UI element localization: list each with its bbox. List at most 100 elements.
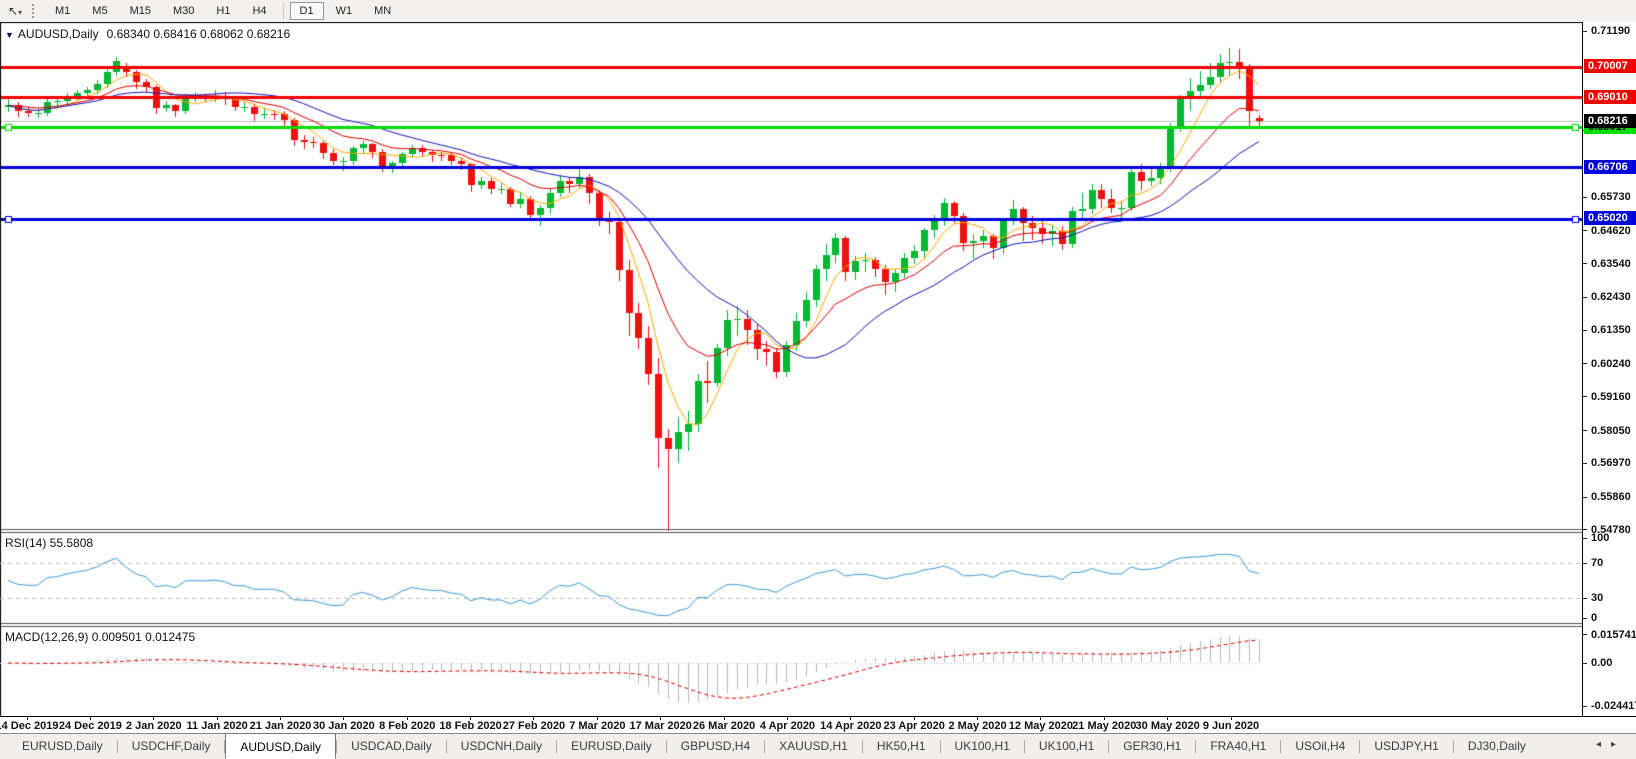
- chart-symbol: AUDUSD,Daily: [18, 27, 99, 41]
- price-tick-label: 0.58050: [1591, 425, 1631, 437]
- timeframe-button-mn[interactable]: MN: [364, 2, 401, 20]
- price-tick-label: 0.63540: [1591, 258, 1631, 270]
- timeframe-button-w1[interactable]: W1: [326, 2, 363, 20]
- chart-menu-icon[interactable]: ▼: [5, 30, 14, 40]
- chart-tab-usdjpy-h1[interactable]: USDJPY,H1: [1360, 734, 1452, 759]
- date-label: 11 Jan 2020: [187, 720, 248, 732]
- axis-tick-mark: [1583, 263, 1587, 264]
- date-label: 2 May 2020: [948, 720, 1006, 732]
- date-label: 27 Feb 2020: [503, 720, 565, 732]
- axis-tick-mark: [1583, 430, 1587, 431]
- tab-scroll-arrows: ◂▸: [1596, 739, 1626, 750]
- chart-tab-eurusd-daily[interactable]: EURUSD,Daily: [557, 734, 666, 759]
- chart-title: ▼ AUDUSD,Daily 0.68340 0.68416 0.68062 0.6…: [5, 27, 290, 41]
- rsi-tick-label: 0: [1591, 612, 1597, 624]
- price-tick-label: 0.65730: [1591, 191, 1631, 203]
- axis-tick-mark: [1583, 230, 1587, 231]
- date-label: 24 Dec 2019: [59, 720, 122, 732]
- tab-scroll-left-icon[interactable]: ◂: [1596, 739, 1611, 750]
- chart-tab-eurusd-daily[interactable]: EURUSD,Daily: [8, 734, 117, 759]
- chart-tab-ger30-h1[interactable]: GER30,H1: [1109, 734, 1195, 759]
- date-label: 12 May 2020: [1009, 720, 1073, 732]
- rsi-tick-label: 70: [1591, 557, 1603, 569]
- cursor-tool-icon[interactable]: ↖▾: [0, 4, 30, 18]
- timeframe-buttons: M1M5M15M30H1H4 D1W1MN: [44, 2, 402, 20]
- price-axis[interactable]: 0.711900.679200.657300.646200.635400.624…: [1582, 22, 1636, 716]
- chart-tab-usoil-h4[interactable]: USOil,H4: [1281, 734, 1359, 759]
- date-label: 26 Mar 2020: [693, 720, 755, 732]
- date-label: 9 Jun 2020: [1203, 720, 1259, 732]
- chart-tab-xauusd-h1[interactable]: XAUUSD,H1: [765, 734, 862, 759]
- timeframe-button-d1[interactable]: D1: [290, 2, 324, 20]
- date-label: 21 May 2020: [1072, 720, 1136, 732]
- toolbar-separator: [283, 3, 284, 19]
- date-label: 14 Apr 2020: [820, 720, 881, 732]
- toolbar-drag-handle[interactable]: [32, 4, 38, 18]
- timeframe-button-m5[interactable]: M5: [82, 2, 117, 20]
- rsi-tick-label: 100: [1591, 532, 1609, 544]
- chart-tab-uk100-h1[interactable]: UK100,H1: [941, 734, 1024, 759]
- axis-tick-mark: [1583, 598, 1587, 599]
- axis-tick-mark: [1583, 297, 1587, 298]
- date-label: 30 May 2020: [1136, 720, 1200, 732]
- tab-scroll-right-icon[interactable]: ▸: [1611, 739, 1626, 750]
- axis-tick-mark: [1583, 618, 1587, 619]
- price-level-badge: 0.70007: [1584, 59, 1636, 73]
- price-tick-label: 0.60240: [1591, 358, 1631, 370]
- chart-tab-fra40-h1[interactable]: FRA40,H1: [1196, 734, 1280, 759]
- timeframe-button-m15[interactable]: M15: [120, 2, 161, 20]
- chart-ohlc-values: 0.68340 0.68416 0.68062 0.68216: [107, 27, 291, 41]
- price-tick-label: 0.71190: [1591, 25, 1630, 37]
- chart-tab-usdcnh-daily[interactable]: USDCNH,Daily: [447, 734, 556, 759]
- price-tick-label: 0.56970: [1591, 457, 1631, 469]
- macd-indicator-label: MACD(12,26,9) 0.009501 0.012475: [5, 630, 195, 644]
- axis-tick-mark: [1583, 663, 1587, 664]
- date-label: 2 Jan 2020: [126, 720, 182, 732]
- price-chart-canvas[interactable]: [0, 22, 1582, 716]
- axis-tick-mark: [1583, 330, 1587, 331]
- macd-tick-label: -0.024417: [1591, 700, 1636, 712]
- chart-tab-usdcad-daily[interactable]: USDCAD,Daily: [337, 734, 446, 759]
- chart-tab-uk100-h1[interactable]: UK100,H1: [1025, 734, 1108, 759]
- price-tick-label: 0.64620: [1591, 225, 1631, 237]
- axis-tick-mark: [1583, 497, 1587, 498]
- timeframe-toolbar: ↖▾ M1M5M15M30H1H4 D1W1MN: [0, 0, 1636, 23]
- date-label: 17 Mar 2020: [629, 720, 691, 732]
- chart-tab-usdchf-daily[interactable]: USDCHF,Daily: [118, 734, 225, 759]
- date-label: 7 Mar 2020: [569, 720, 625, 732]
- timeframe-button-m30[interactable]: M30: [163, 2, 204, 20]
- date-label: 18 Feb 2020: [439, 720, 501, 732]
- axis-tick-mark: [1583, 538, 1587, 539]
- date-label: 23 Apr 2020: [883, 720, 944, 732]
- macd-tick-label: 0.015741: [1591, 629, 1636, 641]
- axis-tick-mark: [1583, 396, 1587, 397]
- chart-tab-hk50-h1[interactable]: HK50,H1: [863, 734, 940, 759]
- axis-tick-mark: [1583, 363, 1587, 364]
- axis-tick-mark: [1583, 197, 1587, 198]
- price-tick-label: 0.55860: [1591, 491, 1631, 503]
- macd-tick-label: 0.00: [1591, 657, 1612, 669]
- date-label: 8 Feb 2020: [379, 720, 435, 732]
- timeframe-button-h1[interactable]: H1: [206, 2, 240, 20]
- price-level-badge: 0.68216: [1584, 114, 1636, 128]
- rsi-indicator-label: RSI(14) 55.5808: [5, 536, 93, 550]
- price-tick-label: 0.61350: [1591, 324, 1631, 336]
- chart-tab-dj30-daily[interactable]: DJ30,Daily: [1454, 734, 1540, 759]
- axis-tick-mark: [1583, 634, 1587, 635]
- trading-platform-window: ↖▾ M1M5M15M30H1H4 D1W1MN ▼ AUDUSD,Daily 0.6…: [0, 0, 1636, 759]
- price-level-badge: 0.65020: [1584, 211, 1636, 225]
- date-label: 4 Apr 2020: [760, 720, 815, 732]
- timeframe-button-h4[interactable]: H4: [242, 2, 276, 20]
- chart-tab-gbpusd-h4[interactable]: GBPUSD,H4: [667, 734, 764, 759]
- axis-tick-mark: [1583, 31, 1587, 32]
- chart-tab-bar: EURUSD,DailyUSDCHF,DailyAUDUSD,DailyUSDC…: [0, 733, 1636, 759]
- axis-tick-mark: [1583, 706, 1587, 707]
- date-axis[interactable]: 14 Dec 201924 Dec 20192 Jan 202011 Jan 2…: [0, 716, 1636, 733]
- timeframe-button-m1[interactable]: M1: [45, 2, 80, 20]
- price-level-badge: 0.69010: [1584, 90, 1636, 104]
- axis-tick-mark: [1583, 463, 1587, 464]
- rsi-tick-label: 30: [1591, 592, 1603, 604]
- date-label: 30 Jan 2020: [313, 720, 375, 732]
- price-tick-label: 0.62430: [1591, 291, 1631, 303]
- chart-tab-audusd-daily[interactable]: AUDUSD,Daily: [225, 733, 336, 759]
